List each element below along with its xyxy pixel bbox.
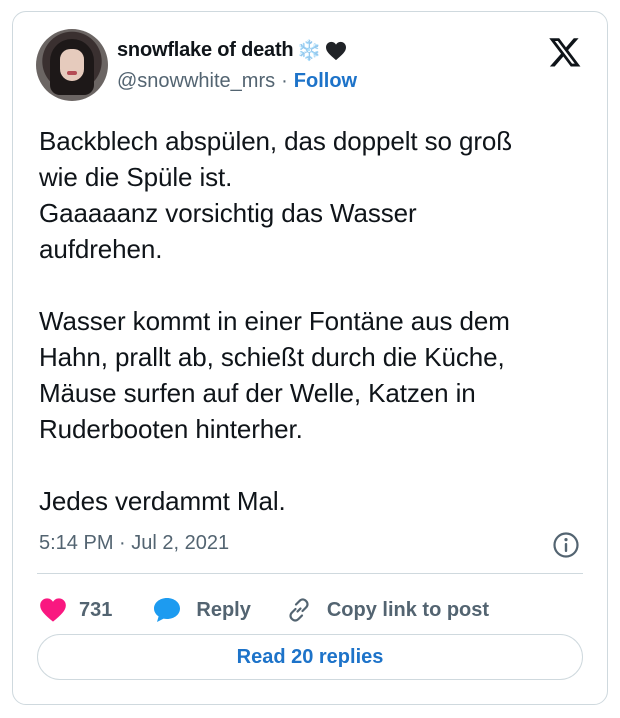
- tweet-card: snowflake of death ❄️ @snowwhite_mrs · F…: [12, 11, 608, 705]
- author-name-row: snowflake of death ❄️: [117, 39, 347, 62]
- heart-icon: [40, 598, 66, 622]
- snowflake-icon: ❄️: [296, 39, 322, 62]
- like-count: 731: [79, 598, 113, 621]
- link-icon: [289, 598, 309, 622]
- info-icon[interactable]: [552, 531, 580, 559]
- black-heart-icon: [326, 41, 347, 60]
- action-bar: 731 Reply Copy link to post: [39, 588, 489, 632]
- x-logo-icon[interactable]: [548, 35, 582, 69]
- follow-button[interactable]: Follow: [294, 70, 357, 93]
- author-handle-row: @snowwhite_mrs · Follow: [117, 70, 357, 93]
- reply-label: Reply: [196, 598, 251, 621]
- author-handle[interactable]: @snowwhite_mrs: [117, 70, 275, 93]
- author-avatar[interactable]: [36, 29, 108, 101]
- divider: [37, 573, 583, 574]
- tweet-text: Backblech abspülen, das doppelt so groß …: [39, 126, 513, 516]
- like-button[interactable]: 731: [39, 597, 112, 623]
- read-replies-button[interactable]: Read 20 replies: [37, 634, 583, 680]
- separator-dot: ·: [281, 70, 288, 92]
- reply-button[interactable]: Reply: [152, 596, 251, 624]
- tweet-timestamp[interactable]: 5:14 PM · Jul 2, 2021: [39, 532, 229, 555]
- copy-link-label: Copy link to post: [326, 598, 490, 621]
- speech-bubble-icon: [154, 598, 181, 622]
- author-display-name[interactable]: snowflake of death: [117, 39, 294, 62]
- copy-link-button[interactable]: Copy link to post: [285, 596, 489, 624]
